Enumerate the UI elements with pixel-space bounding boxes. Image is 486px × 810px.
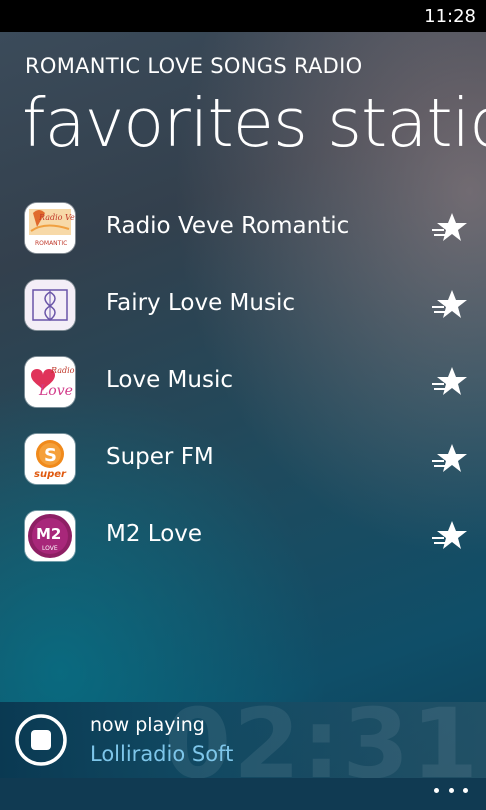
svg-text:Love: Love [38, 383, 73, 399]
svg-text:M2: M2 [36, 525, 61, 543]
favorite-star-icon[interactable] [430, 363, 470, 399]
now-playing-station[interactable]: Lolliradio Soft [90, 742, 233, 766]
love-music-logo-icon: Radio Love [25, 357, 75, 407]
svg-text:Radio: Radio [50, 366, 75, 375]
now-playing-label: now playing [90, 714, 205, 736]
station-name: Radio Veve Romantic [106, 213, 350, 239]
dot-icon [448, 788, 454, 793]
svg-text:S: S [44, 445, 57, 466]
dot-icon [463, 788, 468, 793]
svg-text:LOVE: LOVE [42, 545, 58, 552]
super-fm-logo-icon: S super [25, 434, 75, 484]
m2-love-logo-icon: M2 LOVE [25, 511, 75, 561]
favorite-star-icon[interactable] [430, 440, 470, 476]
svg-text:Radio Veve: Radio Veve [38, 213, 75, 222]
stop-icon [15, 714, 67, 766]
page-title: favorites stations [22, 84, 486, 162]
svg-text:ROMANTIC: ROMANTIC [35, 240, 67, 247]
station-item[interactable]: Radio Love Love Music [0, 351, 486, 415]
now-playing-bar[interactable]: 02:31 now playing Lolliradio Soft [0, 688, 486, 800]
station-name: M2 Love [106, 521, 203, 547]
favorite-star-icon[interactable] [430, 286, 470, 322]
station-item[interactable]: S super Super FM [0, 428, 486, 492]
station-name: Love Music [106, 367, 233, 393]
app-bar [0, 778, 486, 810]
dot-icon [434, 788, 439, 793]
status-time: 11:28 [424, 6, 476, 27]
svg-text:super: super [34, 469, 67, 480]
stop-button[interactable] [14, 713, 68, 767]
station-name: Fairy Love Music [106, 290, 295, 316]
favorite-star-icon[interactable] [430, 209, 470, 245]
more-options-button[interactable] [434, 788, 468, 802]
station-item[interactable]: Radio Veve ROMANTIC Radio Veve Romantic [0, 197, 486, 261]
radio-veve-logo-icon: Radio Veve ROMANTIC [25, 203, 75, 253]
station-item[interactable]: M2 LOVE M2 Love [0, 505, 486, 569]
station-item[interactable]: Fairy Love Music [0, 274, 486, 338]
app-title: ROMANTIC LOVE SONGS RADIO [25, 54, 363, 78]
app-screen: ROMANTIC LOVE SONGS RADIO favorites stat… [0, 32, 486, 810]
fairy-love-logo-icon [25, 280, 75, 330]
station-name: Super FM [106, 444, 214, 470]
favorite-star-icon[interactable] [430, 517, 470, 553]
status-bar: 11:28 [0, 0, 486, 32]
